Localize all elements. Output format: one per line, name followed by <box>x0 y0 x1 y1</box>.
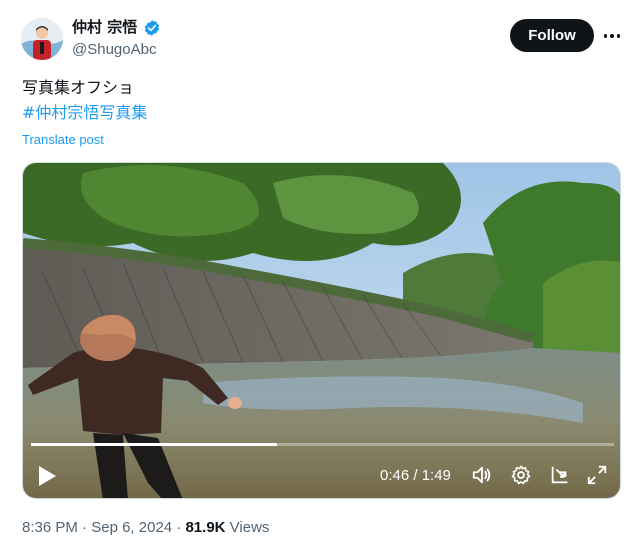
post-metadata: 8:36 PM · Sep 6, 2024 · 81.9K Views <box>22 518 269 538</box>
meta-separator-2: · <box>176 519 182 536</box>
post-time[interactable]: 8:36 PM <box>22 519 78 536</box>
views-count: 81.9K <box>185 519 226 536</box>
post-date[interactable]: Sep 6, 2024 <box>91 519 172 536</box>
video-frame <box>23 163 620 498</box>
author-display-name[interactable]: 仲村 宗悟 <box>72 17 137 37</box>
post-text: 写真集オフショ <box>22 78 135 97</box>
avatar[interactable] <box>21 18 63 60</box>
hashtag-link[interactable]: #仲村宗悟写真集 <box>22 102 147 124</box>
video-progress-bar[interactable] <box>31 443 614 446</box>
picture-in-picture-icon[interactable] <box>549 464 571 486</box>
verified-badge-icon <box>144 20 160 36</box>
follow-button[interactable]: Follow <box>510 19 594 52</box>
more-horizontal-icon[interactable] <box>600 26 624 46</box>
views-label: Views <box>229 519 270 536</box>
fullscreen-icon[interactable] <box>586 464 608 486</box>
meta-separator: · <box>82 519 88 536</box>
video-time-display: 0:46 / 1:49 <box>380 467 451 484</box>
translate-post-link[interactable]: Translate post <box>22 131 104 149</box>
play-icon[interactable] <box>37 465 57 487</box>
video-progress-fill <box>31 443 278 446</box>
tweet: 仲村 宗悟 @ShugoAbc Follow 写真集オフショ #仲村宗悟写真集 … <box>0 0 640 554</box>
settings-icon[interactable] <box>510 464 532 486</box>
author-handle[interactable]: @ShugoAbc <box>72 40 156 60</box>
volume-icon[interactable] <box>471 464 493 486</box>
video-player[interactable]: 0:46 / 1:49 <box>22 162 621 499</box>
